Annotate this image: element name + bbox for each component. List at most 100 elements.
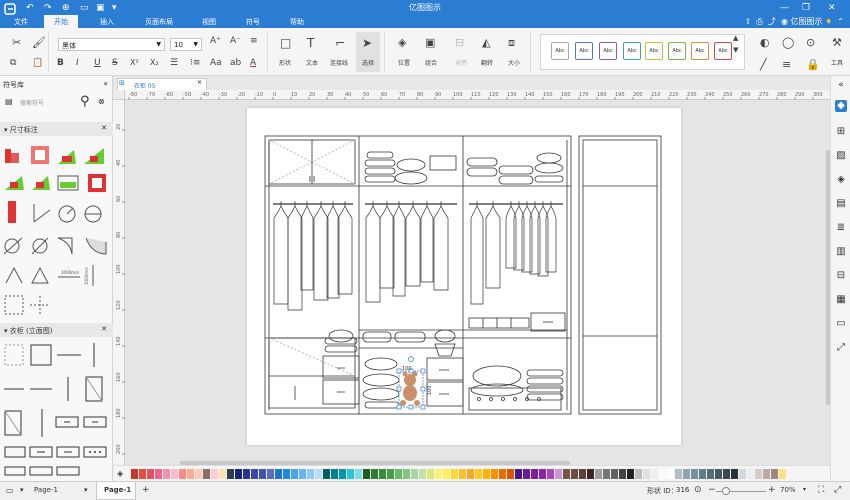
- dim-shape-angle-2[interactable]: [5, 266, 23, 284]
- tools-icon[interactable]: ⚒: [832, 36, 842, 49]
- select-tool-label[interactable]: 选择: [362, 58, 374, 67]
- add-page-button[interactable]: +: [142, 485, 150, 495]
- dim-shape-red-frame[interactable]: [88, 174, 106, 192]
- color-swatch[interactable]: [515, 469, 522, 479]
- connector-tool-icon[interactable]: ⌐: [335, 36, 345, 50]
- increase-font-icon[interactable]: A⁺: [210, 36, 221, 46]
- color-swatch[interactable]: [587, 469, 594, 479]
- tab-home[interactable]: 开始: [44, 15, 78, 28]
- color-swatch[interactable]: [363, 469, 370, 479]
- cut-icon[interactable]: ✂: [12, 36, 21, 49]
- color-swatch[interactable]: [403, 469, 410, 479]
- color-swatch[interactable]: [211, 469, 218, 479]
- search-input[interactable]: 搜索符号: [20, 96, 72, 108]
- color-swatch[interactable]: [347, 469, 354, 479]
- color-swatch[interactable]: [771, 469, 778, 479]
- decrease-font-icon[interactable]: A⁻: [230, 36, 241, 46]
- text-tool-label[interactable]: 文本: [306, 58, 318, 67]
- section-wardrobe[interactable]: ▾ 衣柜 (立面图) ✕: [0, 323, 113, 337]
- clear-search-icon[interactable]: ⊗: [98, 97, 105, 106]
- dim-shape-angle-3[interactable]: [31, 266, 49, 284]
- grid-icon[interactable]: ⊞: [835, 126, 847, 138]
- font-case-icon[interactable]: Aa: [210, 58, 222, 68]
- line-weight-icon[interactable]: ≡: [782, 58, 791, 71]
- fit-width-icon[interactable]: ⤢: [834, 485, 841, 495]
- color-swatch[interactable]: [131, 469, 138, 479]
- color-swatch[interactable]: [379, 469, 386, 479]
- group-label[interactable]: 组合: [425, 58, 437, 67]
- dim-shape-green-2[interactable]: [84, 148, 104, 164]
- color-swatch[interactable]: [499, 469, 506, 479]
- wardrobe-shape-basket-1[interactable]: [4, 466, 26, 476]
- export-icon[interactable]: ⇪: [745, 17, 752, 26]
- page-tab-label[interactable]: Page-1: [34, 486, 58, 494]
- dim-shape-red-2[interactable]: [31, 146, 49, 164]
- color-swatch[interactable]: [235, 469, 242, 479]
- color-swatch[interactable]: [707, 469, 714, 479]
- shape-tool-icon[interactable]: □: [280, 36, 291, 50]
- dim-shape-table[interactable]: [57, 175, 79, 191]
- tab-view[interactable]: 视图: [202, 17, 216, 27]
- comment-icon[interactable]: ▭: [835, 318, 847, 330]
- format-painter-icon[interactable]: 🖌: [32, 36, 46, 49]
- color-swatch[interactable]: [595, 469, 602, 479]
- bullets-icon[interactable]: ⁝≡: [190, 58, 200, 68]
- section-dimensions[interactable]: ▾ 尺寸标注 ✕: [0, 122, 113, 136]
- color-swatch[interactable]: [315, 469, 322, 479]
- align-icon[interactable]: ≡: [250, 36, 258, 46]
- document-tab[interactable]: 衣柜 05: [117, 78, 207, 90]
- position-icon[interactable]: ◈: [398, 36, 406, 49]
- dim-shape-red-1[interactable]: [5, 149, 19, 163]
- tab-page-layout[interactable]: 页面布局: [145, 17, 173, 27]
- color-swatch[interactable]: [371, 469, 378, 479]
- notes-icon[interactable]: ≣: [835, 222, 847, 234]
- dim-shape-green-3[interactable]: [5, 176, 24, 190]
- fullscreen-icon[interactable]: ⤢: [835, 342, 847, 354]
- color-swatch[interactable]: [731, 469, 738, 479]
- zoom-out-icon[interactable]: −: [708, 485, 716, 495]
- dim-shape-dashed-box[interactable]: [4, 295, 24, 315]
- size-label[interactable]: 大小: [508, 58, 520, 67]
- wardrobe-shape-dashed-box[interactable]: [4, 344, 24, 366]
- color-swatch[interactable]: [467, 469, 474, 479]
- teddy-bear-selected[interactable]: 100 100: [396, 356, 433, 410]
- color-swatch[interactable]: [507, 469, 514, 479]
- dim-shape-cross[interactable]: [30, 296, 50, 314]
- dim-shape-circle-1[interactable]: [58, 205, 76, 223]
- style-swatch[interactable]: Abc: [691, 42, 709, 60]
- wardrobe-shape-drawer-4[interactable]: [29, 446, 53, 458]
- color-swatch[interactable]: [747, 469, 754, 479]
- zoom-slider-thumb[interactable]: [722, 487, 730, 495]
- wardrobe-drawing[interactable]: 100 100: [247, 108, 681, 445]
- dim-shape-green-1[interactable]: [58, 150, 76, 164]
- dim-shape-green-4[interactable]: [32, 176, 50, 190]
- color-swatch[interactable]: [331, 469, 338, 479]
- color-swatch[interactable]: [195, 469, 202, 479]
- dim-shape-red-vertical[interactable]: [8, 201, 16, 223]
- style-swatch[interactable]: Abc: [599, 42, 617, 60]
- wardrobe-shape-drawer-3[interactable]: [4, 446, 26, 458]
- color-swatch[interactable]: [339, 469, 346, 479]
- font-size-select[interactable]: 10 ▼: [170, 38, 202, 51]
- tab-symbols[interactable]: 符号: [246, 17, 260, 27]
- color-swatch[interactable]: [219, 469, 226, 479]
- color-swatch[interactable]: [651, 469, 658, 479]
- style-swatch[interactable]: Abc: [668, 42, 686, 60]
- color-swatch[interactable]: [387, 469, 394, 479]
- bold-icon[interactable]: B: [57, 58, 64, 68]
- color-swatch[interactable]: [147, 469, 154, 479]
- wardrobe-shape-box[interactable]: [30, 344, 52, 366]
- fill-color-icon[interactable]: ◈: [117, 469, 123, 478]
- collapse-panel-icon[interactable]: «: [103, 79, 108, 88]
- color-swatch[interactable]: [275, 469, 282, 479]
- paste-icon[interactable]: 📋: [32, 58, 43, 68]
- wardrobe-shape-drawer-6[interactable]: [83, 446, 107, 458]
- align-objects-label[interactable]: 对齐: [455, 58, 467, 67]
- wardrobe-shape-basket-2[interactable]: [29, 466, 53, 476]
- list-icon[interactable]: ☰: [170, 58, 178, 68]
- dim-shape-length-h[interactable]: 1000mm: [58, 270, 80, 278]
- color-swatch[interactable]: [739, 469, 746, 479]
- color-swatch[interactable]: [227, 469, 234, 479]
- color-swatch[interactable]: [451, 469, 458, 479]
- color-swatch[interactable]: [779, 469, 786, 479]
